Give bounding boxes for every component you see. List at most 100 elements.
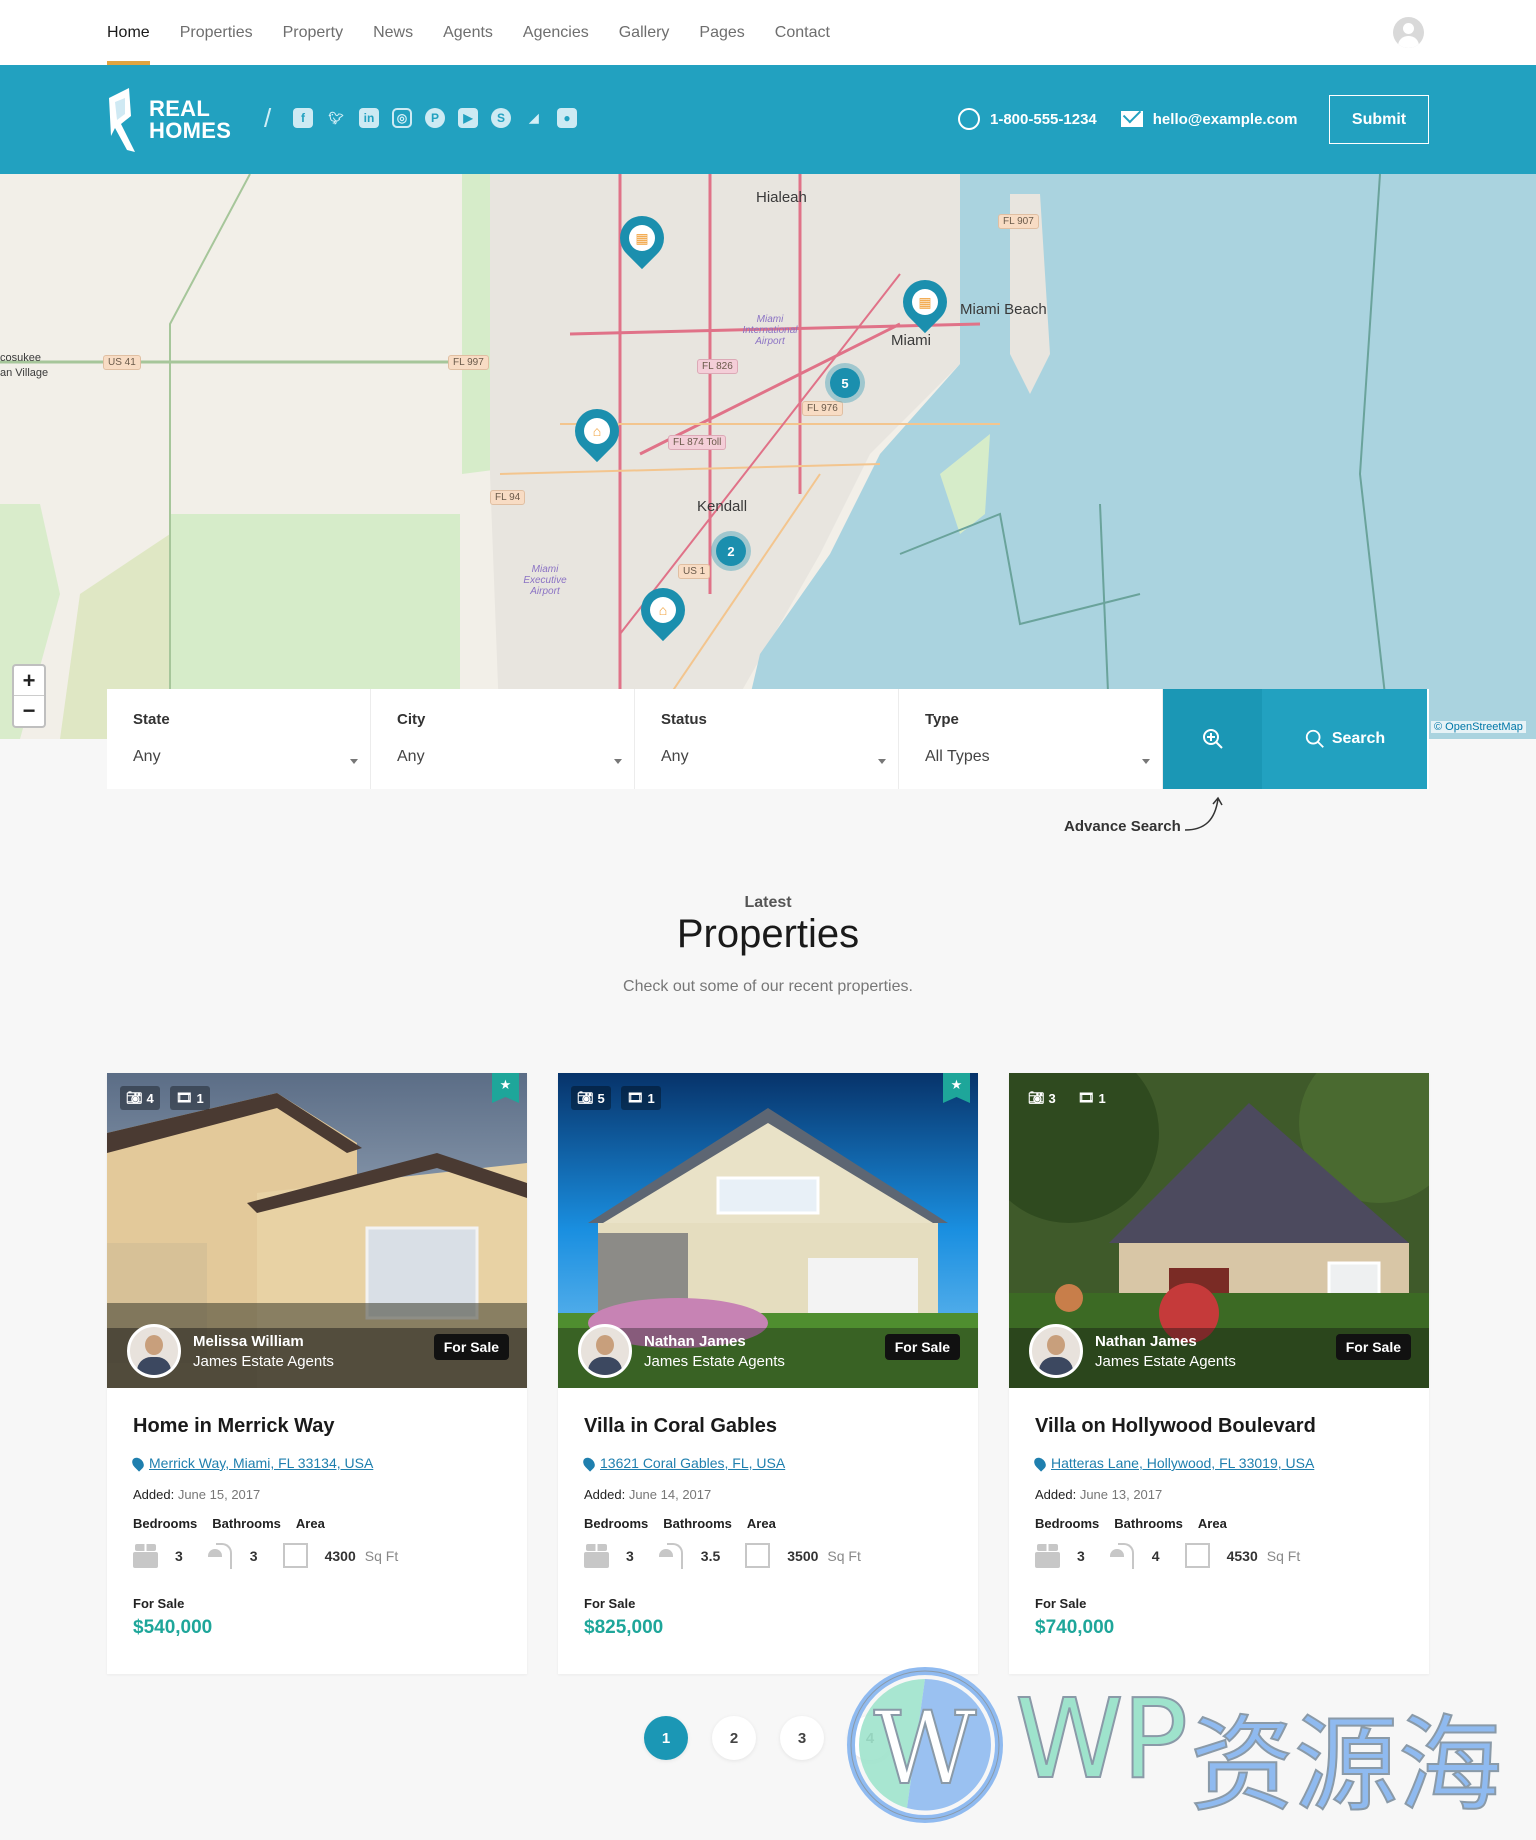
property-title[interactable]: Home in Merrick Way xyxy=(133,1415,501,1438)
agency-name[interactable]: James Estate Agents xyxy=(193,1353,334,1370)
photo-count-badge: 📷︎ 4 xyxy=(120,1086,160,1110)
type-select[interactable]: Type All Types xyxy=(899,689,1163,789)
nav-contact[interactable]: Contact xyxy=(775,0,830,65)
page-1-button[interactable]: 1 xyxy=(644,1716,688,1760)
map-label-miccosukee: cosukee xyxy=(0,352,41,364)
property-photo[interactable]: 📷︎ 4 🎞︎ 1 ★ Melissa William James Estate A… xyxy=(107,1073,527,1388)
road-shield: FL 976 xyxy=(802,401,843,416)
film-icon: 🎞︎ xyxy=(1078,1090,1095,1105)
bed-icon xyxy=(1035,1543,1060,1568)
map-pin-property[interactable]: ▦ xyxy=(893,270,957,338)
agent-info[interactable]: Nathan James James Estate Agents xyxy=(578,1324,785,1378)
instagram-icon[interactable]: ◎ xyxy=(392,108,412,128)
road-shield: US 41 xyxy=(103,355,141,370)
shower-icon xyxy=(1109,1543,1135,1569)
agent-avatar[interactable] xyxy=(127,1324,181,1378)
road-shield: FL 907 xyxy=(998,214,1039,229)
pagination: 1 2 3 4 xyxy=(644,1716,892,1760)
agent-name[interactable]: Nathan James xyxy=(644,1333,785,1350)
rss-icon[interactable]: ◢ xyxy=(524,108,544,128)
advance-search-button[interactable] xyxy=(1163,689,1262,789)
nav-agencies[interactable]: Agencies xyxy=(523,0,589,65)
map-cluster[interactable]: 5 xyxy=(825,363,865,403)
nav-pages[interactable]: Pages xyxy=(699,0,744,65)
zoom-in-button[interactable]: + xyxy=(14,666,44,696)
status-badge[interactable]: For Sale xyxy=(433,1334,509,1360)
facebook-icon[interactable]: f xyxy=(293,108,313,128)
map-cluster[interactable]: 2 xyxy=(711,531,751,571)
property-title[interactable]: Villa on Hollywood Boulevard xyxy=(1035,1415,1403,1438)
bedrooms-value: 3 xyxy=(626,1547,634,1564)
agent-name[interactable]: Nathan James xyxy=(1095,1333,1236,1350)
email-icon xyxy=(1120,111,1143,127)
main-menu: Home Properties Property News Agents Age… xyxy=(107,0,860,65)
chevron-down-icon xyxy=(614,759,622,764)
added-date: Added: June 13, 2017 xyxy=(1035,1487,1163,1502)
property-photo[interactable]: 📷︎ 5 🎞︎ 1 ★ Nathan James James Estate Agen… xyxy=(558,1073,978,1388)
state-select[interactable]: State Any xyxy=(107,689,371,789)
location-pin-icon xyxy=(129,1454,147,1472)
agent-avatar[interactable] xyxy=(1029,1324,1083,1378)
youtube-icon[interactable]: ▶ xyxy=(458,108,478,128)
building-icon: ▦ xyxy=(629,225,655,251)
bathrooms-value: 3.5 xyxy=(700,1547,721,1564)
social-links: f 🐦︎ in ◎ P ▶ S ◢ ● xyxy=(293,108,577,128)
map-pin-property[interactable]: ⌂ xyxy=(565,399,629,467)
meta-values: 3 4 4530 Sq Ft xyxy=(1035,1543,1403,1569)
agent-info[interactable]: Melissa William James Estate Agents xyxy=(127,1324,334,1378)
search-button[interactable]: Search xyxy=(1262,689,1427,789)
agent-avatar[interactable] xyxy=(578,1324,632,1378)
property-title[interactable]: Villa in Coral Gables xyxy=(584,1415,952,1438)
skype-icon[interactable]: S xyxy=(491,108,511,128)
map-pin-property[interactable]: ⌂ xyxy=(631,578,695,646)
nav-home[interactable]: Home xyxy=(107,0,150,65)
shop-icon: ⌂ xyxy=(584,418,610,444)
status-select[interactable]: Status Any xyxy=(635,689,899,789)
chevron-down-icon xyxy=(350,759,358,764)
photo-count-badge: 📷︎ 3 xyxy=(1028,1090,1056,1106)
email-address[interactable]: hello@example.com xyxy=(1153,111,1298,128)
video-count-badge: 🎞︎ 1 xyxy=(621,1086,661,1110)
map-pin-property[interactable]: ▦ xyxy=(610,206,674,274)
page-4-button[interactable]: 4 xyxy=(848,1716,892,1760)
watermark-overlay: W WP 资源海 xyxy=(845,1660,1536,1840)
agency-name[interactable]: James Estate Agents xyxy=(644,1353,785,1370)
watermark-text-cn: 资源海 xyxy=(1189,1703,1503,1827)
property-address[interactable]: 13621 Coral Gables, FL, USA xyxy=(580,1454,952,1472)
linkedin-icon[interactable]: in xyxy=(359,108,379,128)
property-photo[interactable]: 📷︎ 3 🎞︎ 1 Nathan James James Estate Agents… xyxy=(1009,1073,1429,1388)
agency-name[interactable]: James Estate Agents xyxy=(1095,1353,1236,1370)
area-unit: Sq Ft xyxy=(364,1547,399,1564)
submit-property-button[interactable]: Submit xyxy=(1329,95,1429,144)
site-logo[interactable]: REAL HOMES xyxy=(107,88,231,152)
status-badge[interactable]: For Sale xyxy=(1335,1334,1411,1360)
nav-news[interactable]: News xyxy=(373,0,413,65)
nav-property[interactable]: Property xyxy=(283,0,343,65)
nav-gallery[interactable]: Gallery xyxy=(619,0,670,65)
map-attribution[interactable]: © OpenStreetMap xyxy=(1431,721,1526,733)
city-select[interactable]: City Any xyxy=(371,689,635,789)
pinterest-icon[interactable]: P xyxy=(425,108,445,128)
property-address[interactable]: Merrick Way, Miami, FL 33134, USA xyxy=(129,1454,501,1472)
price-status: For Sale xyxy=(133,1596,185,1611)
agent-info[interactable]: Nathan James James Estate Agents xyxy=(1029,1324,1236,1378)
logo-mark-icon xyxy=(109,88,135,152)
property-map[interactable]: Hialeah Miami Beach Miami Kendall cosuke… xyxy=(0,174,1536,739)
property-address[interactable]: Hatteras Lane, Hollywood, FL 33019, USA xyxy=(1031,1454,1403,1472)
area-value: 4530 xyxy=(1226,1547,1258,1564)
area-value: 3500 xyxy=(787,1547,819,1564)
twitter-icon[interactable]: 🐦︎ xyxy=(326,108,346,128)
page-2-button[interactable]: 2 xyxy=(712,1716,756,1760)
shower-icon xyxy=(207,1543,233,1569)
map-label-village: an Village xyxy=(0,367,49,379)
user-account-icon[interactable] xyxy=(1393,17,1424,48)
agent-name[interactable]: Melissa William xyxy=(193,1333,334,1350)
line-icon[interactable]: ● xyxy=(557,108,577,128)
zoom-out-button[interactable]: − xyxy=(14,696,44,726)
status-badge[interactable]: For Sale xyxy=(884,1334,960,1360)
phone-number[interactable]: 1-800-555-1234 xyxy=(990,111,1097,128)
nav-properties[interactable]: Properties xyxy=(180,0,253,65)
property-card: 📷︎ 5 🎞︎ 1 ★ Nathan James James Estate Agen… xyxy=(558,1073,978,1674)
page-3-button[interactable]: 3 xyxy=(780,1716,824,1760)
nav-agents[interactable]: Agents xyxy=(443,0,493,65)
